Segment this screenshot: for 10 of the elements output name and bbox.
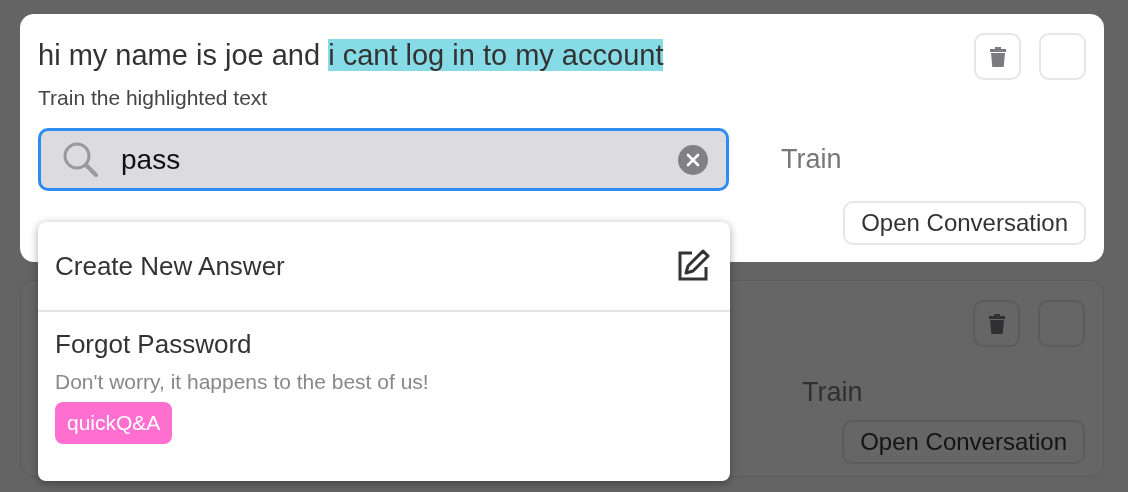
answer-result-item[interactable]: Forgot Password Don't worry, it happens to the best of us! quickQ&A	[38, 312, 730, 444]
answer-tag: quickQ&A	[55, 402, 173, 444]
open-conversation-button[interactable]: Open Conversation	[843, 201, 1086, 245]
train-label: Train	[781, 144, 842, 175]
search-field[interactable]: pass	[38, 128, 729, 191]
answer-description: Don't worry, it happens to the best of us!	[55, 370, 429, 394]
answer-title: Forgot Password	[55, 328, 252, 360]
hint-text: Train the highlighted text	[38, 86, 269, 111]
create-answer-item[interactable]: Create New Answer	[38, 222, 730, 312]
search-input[interactable]: pass	[121, 143, 658, 176]
